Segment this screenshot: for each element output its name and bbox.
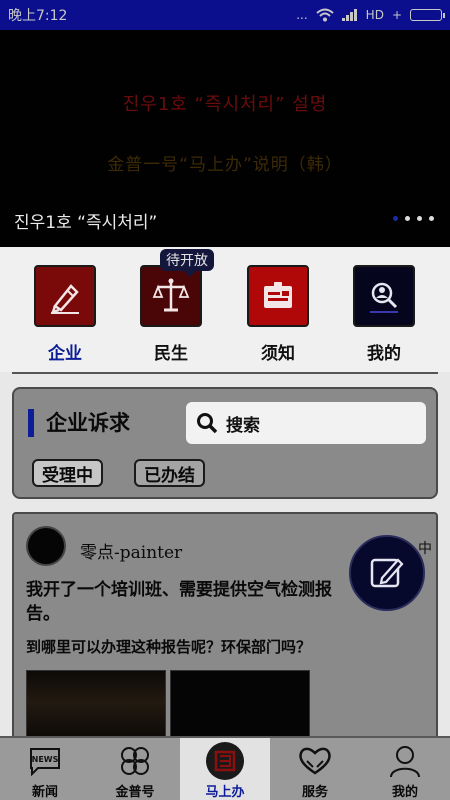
coming-soon-badge: 待开放: [160, 249, 214, 277]
svg-text:NEWS: NEWS: [32, 755, 59, 764]
category-livelihood[interactable]: 民生: [139, 265, 203, 364]
filter-chip-processing[interactable]: 受理中: [32, 459, 103, 487]
filter-chip-completed[interactable]: 已办结: [134, 459, 205, 487]
banner-line-korean: 진우1호 “즉시처리” 설명: [122, 94, 328, 115]
nav-immediate[interactable]: 马上办: [180, 738, 270, 800]
banner-carousel[interactable]: 진우1호 “즉시처리” 설명 金普一号“马上办”说明（韩） 진우1호 “즉시처리…: [0, 30, 450, 247]
banner-line-chinese: 金普一号“马上办”说明（韩）: [107, 155, 343, 175]
nav-label: 我的: [391, 785, 418, 800]
status-dots: ...: [296, 8, 308, 22]
post-author[interactable]: 零点-painter: [80, 538, 182, 563]
wifi-icon: [316, 8, 334, 22]
section-accent-bar: [28, 409, 34, 437]
banner-pagination: [393, 216, 434, 221]
nav-label: 新闻: [31, 785, 58, 800]
bottom-nav: NEWS 新闻 金普号 马上办 服务 我的: [0, 736, 450, 800]
status-right: ... HD +: [296, 8, 445, 22]
banner-caption: 진우1호 “즉시처리”: [14, 213, 158, 233]
category-label: 我的: [367, 344, 401, 364]
post-image[interactable]: [26, 670, 166, 740]
network-type: HD: [365, 8, 384, 22]
appeal-panel: 企业诉求 搜索 受理中 已办结: [12, 387, 438, 499]
category-notice[interactable]: 须知: [246, 265, 310, 364]
battery-icon: [410, 9, 445, 21]
nav-news[interactable]: NEWS 新闻: [0, 738, 90, 800]
post-title: 我开了一个培训班、需要提供空气检测报告。: [26, 580, 332, 624]
status-time: 晚上7:12: [8, 8, 68, 24]
post-image[interactable]: [170, 670, 310, 740]
news-icon: NEWS: [25, 742, 65, 780]
search-icon: [197, 413, 218, 434]
nav-label: 服务: [301, 785, 328, 800]
compose-button[interactable]: [349, 535, 425, 611]
banner-dot-active[interactable]: [393, 216, 398, 221]
heart-hands-icon: [295, 742, 335, 780]
nav-label: 马上办: [205, 785, 245, 800]
nav-mine[interactable]: 我的: [360, 738, 450, 800]
search-input[interactable]: 搜索: [186, 402, 426, 444]
pen-icon: [34, 265, 96, 327]
profile-search-icon: [353, 265, 415, 327]
category-label: 须知: [261, 344, 295, 364]
status-bar: 晚上7:12 ... HD +: [0, 0, 450, 30]
banner-dot[interactable]: [405, 216, 410, 221]
nav-label: 金普号: [115, 785, 155, 800]
id-card-icon: [247, 265, 309, 327]
appeal-title: 企业诉求: [46, 411, 130, 435]
avatar[interactable]: [26, 526, 66, 566]
nav-service[interactable]: 服务: [270, 738, 360, 800]
banner-dot[interactable]: [429, 216, 434, 221]
clover-icon: [115, 742, 155, 780]
divider: [12, 372, 438, 374]
category-label: 民生: [154, 344, 188, 364]
signal-icon: [341, 9, 357, 21]
nav-jinpu[interactable]: 金普号: [90, 738, 180, 800]
post-body: 到哪里可以办理这种报告呢？环保部门吗？: [26, 638, 312, 656]
search-label: 搜索: [226, 415, 260, 436]
stamp-icon: [205, 742, 245, 780]
category-row: 企业 民生 须知 我的 待开放: [0, 247, 450, 372]
banner-dot[interactable]: [417, 216, 422, 221]
category-mine[interactable]: 我的: [352, 265, 416, 364]
charging-icon: +: [391, 8, 402, 22]
person-icon: [385, 742, 425, 780]
category-label: 企业: [48, 344, 82, 364]
category-enterprise[interactable]: 企业: [33, 265, 97, 364]
edit-icon: [370, 558, 404, 588]
